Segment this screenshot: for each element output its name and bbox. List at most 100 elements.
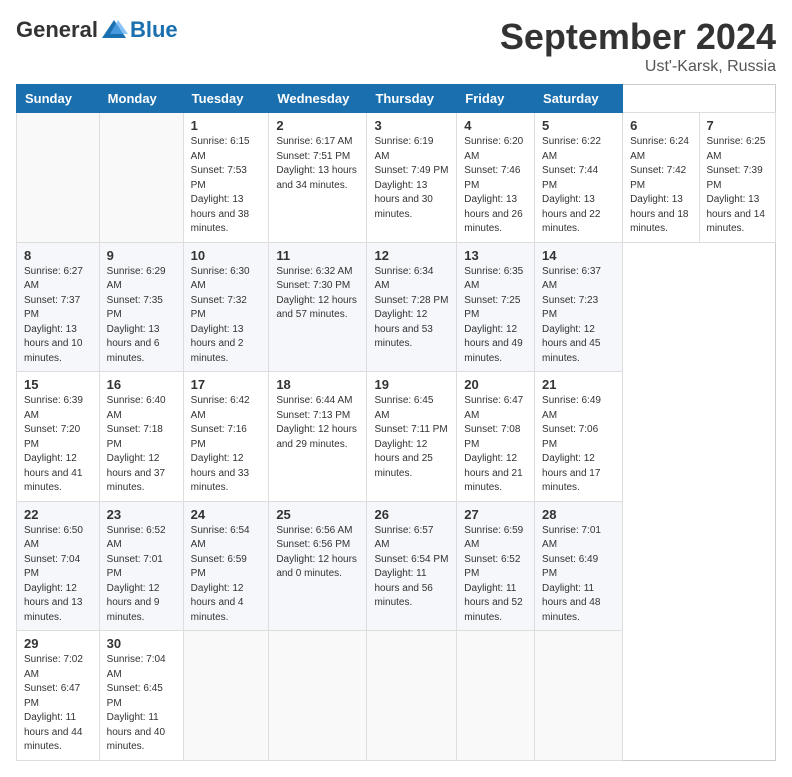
calendar-cell: 9Sunrise: 6:29 AMSunset: 7:35 PMDaylight… bbox=[99, 242, 183, 372]
day-number: 27 bbox=[464, 507, 527, 522]
page-header: General Blue September 2024 Ust'-Karsk, … bbox=[16, 16, 776, 76]
daylight-text: Daylight: 13 hours and 34 minutes. bbox=[276, 165, 357, 191]
week-row-2: 8 Sunrise: 6:27 AMSunset: 7:37 PMDaylight… bbox=[17, 242, 776, 372]
daylight-text: Daylight: 12 hours and 45 minutes. bbox=[542, 324, 600, 364]
calendar-cell: 18Sunrise: 6:44 AMSunset: 7:13 PMDayligh… bbox=[269, 372, 367, 502]
day-info: Sunrise: 7:04 AMSunset: 6:45 PMDaylight:… bbox=[107, 653, 176, 755]
calendar-cell: 21Sunrise: 6:49 AMSunset: 7:06 PMDayligh… bbox=[535, 372, 623, 502]
sunrise-text: Sunrise: 6:27 AM bbox=[24, 266, 83, 292]
calendar-cell: 24Sunrise: 6:54 AMSunset: 6:59 PMDayligh… bbox=[183, 501, 269, 631]
day-number: 12 bbox=[374, 248, 449, 263]
sunset-text: Sunset: 7:28 PM bbox=[374, 295, 448, 306]
month-title: September 2024 bbox=[500, 16, 776, 58]
calendar-cell bbox=[457, 631, 535, 761]
sunrise-text: Sunrise: 6:40 AM bbox=[107, 395, 166, 421]
title-block: September 2024 Ust'-Karsk, Russia bbox=[500, 16, 776, 76]
day-number: 29 bbox=[24, 636, 92, 651]
sunrise-text: Sunrise: 6:52 AM bbox=[107, 525, 166, 551]
day-info: Sunrise: 6:20 AMSunset: 7:46 PMDaylight:… bbox=[464, 135, 527, 237]
column-header-friday: Friday bbox=[457, 85, 535, 113]
daylight-text: Daylight: 11 hours and 56 minutes. bbox=[374, 568, 432, 608]
sunrise-text: Sunrise: 6:37 AM bbox=[542, 266, 601, 292]
calendar-cell bbox=[535, 631, 623, 761]
daylight-text: Daylight: 13 hours and 2 minutes. bbox=[191, 324, 244, 364]
day-number: 15 bbox=[24, 377, 92, 392]
sunset-text: Sunset: 7:18 PM bbox=[107, 424, 163, 450]
daylight-text: Daylight: 12 hours and 53 minutes. bbox=[374, 309, 432, 349]
daylight-text: Daylight: 12 hours and 37 minutes. bbox=[107, 453, 165, 493]
week-row-5: 29Sunrise: 7:02 AMSunset: 6:47 PMDayligh… bbox=[17, 631, 776, 761]
day-info: Sunrise: 6:54 AMSunset: 6:59 PMDaylight:… bbox=[191, 524, 262, 626]
daylight-text: Daylight: 13 hours and 26 minutes. bbox=[464, 194, 522, 234]
logo: General Blue bbox=[16, 16, 178, 44]
sunrise-text: Sunrise: 6:54 AM bbox=[191, 525, 250, 551]
day-number: 30 bbox=[107, 636, 176, 651]
calendar-cell: 11Sunrise: 6:32 AMSunset: 7:30 PMDayligh… bbox=[269, 242, 367, 372]
sunrise-text: Sunrise: 6:15 AM bbox=[191, 136, 250, 162]
day-info: Sunrise: 6:59 AMSunset: 6:52 PMDaylight:… bbox=[464, 524, 527, 626]
sunset-text: Sunset: 7:20 PM bbox=[24, 424, 80, 450]
sunrise-text: Sunrise: 6:29 AM bbox=[107, 266, 166, 292]
calendar-cell bbox=[99, 113, 183, 243]
sunset-text: Sunset: 7:42 PM bbox=[630, 165, 686, 191]
calendar-cell: 5Sunrise: 6:22 AMSunset: 7:44 PMDaylight… bbox=[535, 113, 623, 243]
sunrise-text: Sunrise: 6:49 AM bbox=[542, 395, 601, 421]
calendar-cell: 14Sunrise: 6:37 AMSunset: 7:23 PMDayligh… bbox=[535, 242, 623, 372]
calendar-cell: 8 Sunrise: 6:27 AMSunset: 7:37 PMDaylight… bbox=[17, 242, 100, 372]
day-number: 17 bbox=[191, 377, 262, 392]
sunset-text: Sunset: 6:54 PM bbox=[374, 554, 448, 565]
day-number: 8 bbox=[24, 248, 92, 263]
sunset-text: Sunset: 6:52 PM bbox=[464, 554, 520, 580]
location-text: Ust'-Karsk, Russia bbox=[500, 58, 776, 76]
calendar-cell: 29Sunrise: 7:02 AMSunset: 6:47 PMDayligh… bbox=[17, 631, 100, 761]
logo-icon bbox=[100, 16, 128, 44]
day-info: Sunrise: 6:19 AMSunset: 7:49 PMDaylight:… bbox=[374, 135, 449, 222]
calendar-cell: 3Sunrise: 6:19 AMSunset: 7:49 PMDaylight… bbox=[367, 113, 457, 243]
sunset-text: Sunset: 7:39 PM bbox=[707, 165, 763, 191]
calendar-cell: 20Sunrise: 6:47 AMSunset: 7:08 PMDayligh… bbox=[457, 372, 535, 502]
daylight-text: Daylight: 12 hours and 13 minutes. bbox=[24, 583, 82, 623]
day-number: 19 bbox=[374, 377, 449, 392]
sunset-text: Sunset: 7:30 PM bbox=[276, 280, 350, 291]
calendar-cell: 15 Sunrise: 6:39 AMSunset: 7:20 PMDayligh… bbox=[17, 372, 100, 502]
calendar-cell: 27Sunrise: 6:59 AMSunset: 6:52 PMDayligh… bbox=[457, 501, 535, 631]
sunset-text: Sunset: 7:35 PM bbox=[107, 295, 163, 321]
calendar-cell: 30 Sunrise: 7:04 AMSunset: 6:45 PMDayligh… bbox=[99, 631, 183, 761]
sunset-text: Sunset: 7:44 PM bbox=[542, 165, 598, 191]
calendar-cell: 25Sunrise: 6:56 AMSunset: 6:56 PMDayligh… bbox=[269, 501, 367, 631]
calendar-cell: 7Sunrise: 6:25 AMSunset: 7:39 PMDaylight… bbox=[699, 113, 776, 243]
day-info: Sunrise: 6:34 AMSunset: 7:28 PMDaylight:… bbox=[374, 265, 449, 352]
day-info: Sunrise: 6:17 AMSunset: 7:51 PMDaylight:… bbox=[276, 135, 359, 193]
sunrise-text: Sunrise: 6:56 AM bbox=[276, 525, 352, 536]
sunset-text: Sunset: 6:59 PM bbox=[191, 554, 247, 580]
day-info: Sunrise: 6:32 AMSunset: 7:30 PMDaylight:… bbox=[276, 265, 359, 323]
calendar-cell bbox=[269, 631, 367, 761]
day-info: Sunrise: 6:49 AMSunset: 7:06 PMDaylight:… bbox=[542, 394, 615, 496]
day-info: Sunrise: 6:15 AMSunset: 7:53 PMDaylight:… bbox=[191, 135, 262, 237]
calendar-table: SundayMondayTuesdayWednesdayThursdayFrid… bbox=[16, 84, 776, 761]
calendar-cell: 1Sunrise: 6:15 AMSunset: 7:53 PMDaylight… bbox=[183, 113, 269, 243]
day-info: Sunrise: 6:52 AMSunset: 7:01 PMDaylight:… bbox=[107, 524, 176, 626]
daylight-text: Daylight: 12 hours and 17 minutes. bbox=[542, 453, 600, 493]
sunrise-text: Sunrise: 6:59 AM bbox=[464, 525, 523, 551]
calendar-cell: 16Sunrise: 6:40 AMSunset: 7:18 PMDayligh… bbox=[99, 372, 183, 502]
column-header-tuesday: Tuesday bbox=[183, 85, 269, 113]
day-info: Sunrise: 6:39 AMSunset: 7:20 PMDaylight:… bbox=[24, 394, 92, 496]
day-info: Sunrise: 6:27 AMSunset: 7:37 PMDaylight:… bbox=[24, 265, 92, 367]
sunset-text: Sunset: 6:56 PM bbox=[276, 539, 350, 550]
daylight-text: Daylight: 11 hours and 44 minutes. bbox=[24, 712, 82, 752]
sunrise-text: Sunrise: 6:20 AM bbox=[464, 136, 523, 162]
day-info: Sunrise: 6:24 AMSunset: 7:42 PMDaylight:… bbox=[630, 135, 691, 237]
sunset-text: Sunset: 7:53 PM bbox=[191, 165, 247, 191]
sunset-text: Sunset: 7:16 PM bbox=[191, 424, 247, 450]
calendar-cell: 10Sunrise: 6:30 AMSunset: 7:32 PMDayligh… bbox=[183, 242, 269, 372]
daylight-text: Daylight: 11 hours and 40 minutes. bbox=[107, 712, 165, 752]
daylight-text: Daylight: 13 hours and 10 minutes. bbox=[24, 324, 82, 364]
day-number: 24 bbox=[191, 507, 262, 522]
daylight-text: Daylight: 11 hours and 48 minutes. bbox=[542, 583, 600, 623]
calendar-cell: 17Sunrise: 6:42 AMSunset: 7:16 PMDayligh… bbox=[183, 372, 269, 502]
day-info: Sunrise: 6:22 AMSunset: 7:44 PMDaylight:… bbox=[542, 135, 615, 237]
calendar-cell: 23Sunrise: 6:52 AMSunset: 7:01 PMDayligh… bbox=[99, 501, 183, 631]
sunrise-text: Sunrise: 7:01 AM bbox=[542, 525, 601, 551]
daylight-text: Daylight: 12 hours and 57 minutes. bbox=[276, 295, 357, 321]
